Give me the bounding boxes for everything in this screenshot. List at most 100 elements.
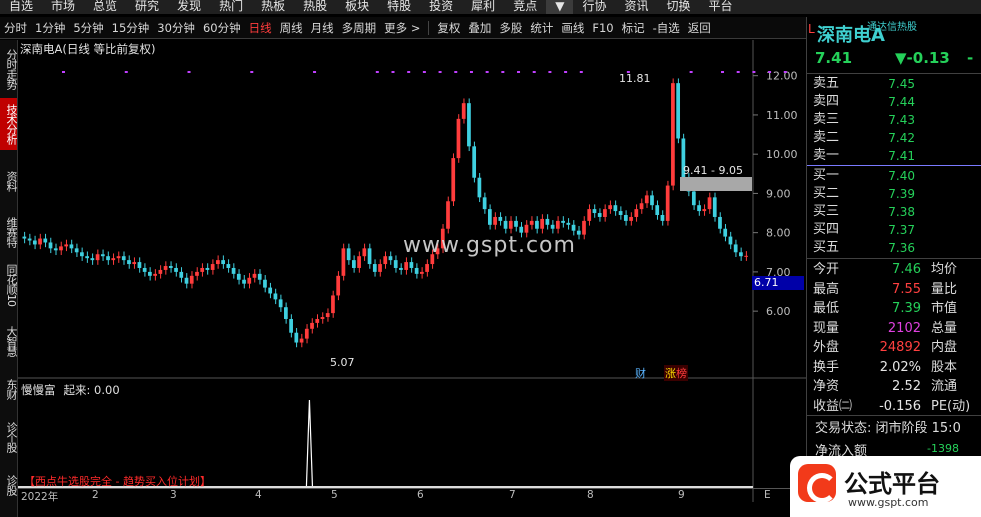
period-tab[interactable]: 15分钟 bbox=[108, 20, 154, 36]
period-tab[interactable]: 60分钟 bbox=[199, 20, 245, 36]
stat-label: 现量 bbox=[813, 320, 840, 336]
period-tab[interactable]: 分时 bbox=[0, 20, 31, 36]
top-menu-item[interactable]: ▼ bbox=[546, 0, 574, 14]
candle-body bbox=[498, 216, 503, 221]
signal-dot bbox=[62, 71, 65, 73]
y-tick-label: 10.00 bbox=[766, 148, 798, 161]
top-menu-item[interactable]: 平台 bbox=[699, 0, 741, 14]
top-menu-item[interactable]: 总览 bbox=[84, 0, 126, 14]
stat-label-2: 市值 bbox=[931, 301, 958, 316]
top-menu-item[interactable]: 投资 bbox=[420, 0, 462, 14]
candle-body bbox=[597, 213, 602, 217]
candle-body bbox=[294, 332, 299, 343]
signal-dot bbox=[124, 71, 128, 73]
top-menu-item[interactable]: 资讯 bbox=[615, 0, 657, 14]
candle-body bbox=[200, 267, 205, 272]
quote-source: 通达信热股 bbox=[867, 22, 917, 33]
period-tab[interactable]: 30分钟 bbox=[153, 20, 199, 36]
range-label: 9.41 - 9.05 bbox=[683, 164, 743, 177]
candle-body bbox=[540, 218, 545, 229]
period-tab[interactable]: 月线 bbox=[307, 20, 338, 36]
period-tab[interactable]: 更多 > bbox=[380, 20, 424, 36]
candle-body bbox=[388, 256, 393, 261]
left-tab[interactable]: 诊个股 bbox=[0, 415, 18, 459]
bid-price: 7.38 bbox=[888, 205, 915, 219]
top-menu-item[interactable]: 发现 bbox=[168, 0, 210, 14]
toolbar-tool[interactable]: 多股 bbox=[495, 20, 526, 36]
candle-body bbox=[153, 273, 157, 276]
stat-value: 7.39 bbox=[892, 301, 921, 316]
chart-canvas[interactable]: 12.0011.0010.009.008.007.006.00 bbox=[18, 40, 806, 517]
limit-up-tag-text: 涨 bbox=[665, 367, 676, 380]
y-tick-label: 9.00 bbox=[766, 187, 791, 200]
stat-value: 2.02% bbox=[879, 359, 921, 375]
top-menu-item[interactable]: 自选 bbox=[0, 0, 42, 14]
candle-body bbox=[367, 248, 372, 265]
last-price: 7.41 bbox=[815, 49, 853, 67]
period-tab[interactable]: 1分钟 bbox=[31, 20, 69, 36]
signal-dot bbox=[485, 71, 489, 73]
candle-body bbox=[671, 83, 675, 186]
candle-body bbox=[623, 215, 628, 221]
top-menu-item[interactable]: 行协 bbox=[573, 0, 615, 14]
top-menu-item[interactable]: 热门 bbox=[210, 0, 252, 14]
left-tab[interactable]: 分时走势 bbox=[0, 45, 18, 93]
candle-body bbox=[257, 273, 262, 280]
toolbar-tool[interactable]: 统计 bbox=[526, 20, 557, 36]
left-tab[interactable]: 诊股 bbox=[0, 463, 18, 507]
time-tick: 2022年 bbox=[21, 491, 59, 503]
finance-tag[interactable]: 财 bbox=[635, 365, 646, 381]
bid-label: 买二 bbox=[813, 186, 840, 201]
candle-body bbox=[399, 267, 403, 270]
left-tab[interactable]: 技术分析 bbox=[0, 98, 18, 150]
candle-body bbox=[236, 273, 241, 280]
limit-up-tag[interactable]: 涨榜 bbox=[664, 365, 688, 381]
period-tab[interactable]: 多周期 bbox=[338, 20, 381, 36]
candle-body bbox=[629, 216, 633, 221]
ask-price: 7.43 bbox=[888, 113, 915, 127]
top-menu-item[interactable]: 切换 bbox=[657, 0, 699, 14]
top-menu-item[interactable]: 板块 bbox=[336, 0, 378, 14]
top-menu-item[interactable]: 研究 bbox=[126, 0, 168, 14]
top-menu-item[interactable]: 犀利 bbox=[462, 0, 504, 14]
top-menu-item[interactable]: 竞点 bbox=[504, 0, 546, 14]
candle-body bbox=[38, 238, 42, 245]
toolbar-tool[interactable]: -自选 bbox=[649, 20, 684, 36]
toolbar-tool[interactable]: 标记 bbox=[618, 20, 649, 36]
signal-dot bbox=[736, 71, 740, 73]
bid-label: 买三 bbox=[813, 204, 840, 219]
candle-body bbox=[561, 220, 565, 223]
top-menu-item[interactable]: 特股 bbox=[378, 0, 420, 14]
ask-label: 卖四 bbox=[813, 94, 840, 109]
left-tab[interactable]: 同花顺10 bbox=[0, 258, 18, 312]
candle-body bbox=[414, 267, 419, 274]
candle-body bbox=[702, 209, 707, 212]
left-tab[interactable]: 维赛特 bbox=[0, 210, 18, 254]
candle-body bbox=[535, 220, 539, 229]
left-tab[interactable]: 资料 bbox=[0, 157, 18, 205]
stat-row: 净资 2.52 流通 bbox=[813, 377, 981, 396]
candle-body bbox=[221, 260, 225, 265]
top-menu-item[interactable]: 热股 bbox=[294, 0, 336, 14]
period-tab[interactable]: 5分钟 bbox=[69, 20, 107, 36]
kline-chart[interactable]: 12.00 11.00 10.00 9.00 8.00 7.00 6.00 深南电A(日线 … bbox=[18, 40, 806, 517]
candle-body bbox=[655, 205, 660, 215]
top-menu-item[interactable]: 热板 bbox=[252, 0, 294, 14]
ask-row: 卖四 7.44 bbox=[813, 93, 981, 111]
toolbar-tool[interactable]: 叠加 bbox=[464, 20, 495, 36]
toolbar-tool[interactable]: F10 bbox=[588, 21, 617, 35]
period-tab[interactable]: 周线 bbox=[276, 20, 307, 36]
ask-label: 卖五 bbox=[813, 76, 840, 91]
candle-body bbox=[299, 338, 304, 343]
candle-body bbox=[325, 313, 330, 318]
left-tab[interactable]: 东财 bbox=[0, 368, 18, 410]
time-tick: 2 bbox=[92, 489, 99, 501]
time-tick: 9 bbox=[678, 489, 685, 501]
top-menu-item[interactable]: 市场 bbox=[42, 0, 84, 14]
period-tab[interactable]: 日线 bbox=[245, 20, 276, 36]
toolbar-tool[interactable]: 返回 bbox=[684, 20, 715, 36]
toolbar-tool[interactable]: 复权 bbox=[433, 20, 464, 36]
toolbar-tool[interactable]: 画线 bbox=[557, 20, 588, 36]
left-tab[interactable]: 大智慧 bbox=[0, 317, 18, 365]
time-tick: 3 bbox=[170, 489, 177, 501]
